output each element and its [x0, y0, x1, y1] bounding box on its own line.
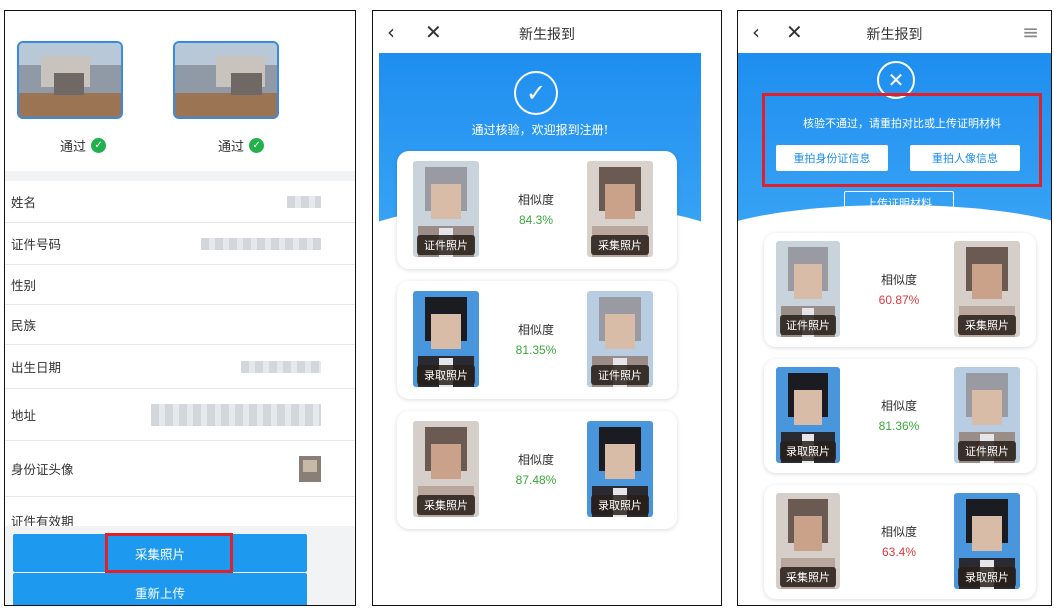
similarity-value: 81.35% [515, 343, 557, 357]
nav-bar: ‹ ✕ 新生报到 ≡ [738, 11, 1051, 55]
photo-tag: 证件照片 [591, 365, 649, 385]
photo-collected[interactable]: 采集照片 [587, 161, 653, 257]
photo-tag: 录取照片 [780, 441, 836, 461]
id-info-list: 姓名 证件号码 性别 民族 出生日期 地址 身份证头像 证件有效期 [5, 181, 355, 526]
field-row-validity: 证件有效期 [5, 497, 355, 526]
field-label: 身份证头像 [11, 462, 74, 477]
photo-admission[interactable]: 录取照片 [776, 367, 840, 463]
photo-thumbnail-1[interactable] [17, 41, 123, 119]
highlight-box [762, 93, 1042, 187]
photo-id[interactable]: 证件照片 [776, 241, 840, 337]
photo-compare-section: 通过 ✓ 通过 ✓ [5, 11, 355, 171]
reupload-button[interactable]: 重新上传 [13, 573, 307, 605]
similarity-label: 相似度 [880, 399, 917, 413]
similarity-label: 相似度 [517, 193, 554, 207]
similarity-value: 81.36% [878, 419, 920, 433]
compare-card: 采集照片 相似度 87.48% 录取照片 [397, 411, 677, 529]
nav-bar: ‹ ✕ 新生报到 [373, 11, 721, 55]
field-value-redacted [201, 237, 321, 250]
field-row-ethnicity: 民族 [5, 305, 355, 345]
photo-admission[interactable]: 录取照片 [413, 291, 479, 387]
field-value-redacted [151, 403, 321, 426]
photo-tag: 采集照片 [958, 315, 1016, 335]
field-label: 证件号码 [11, 237, 62, 252]
compare-card: 证件照片 相似度 60.87% 采集照片 [764, 233, 1036, 347]
photo-tag: 证件照片 [417, 235, 475, 255]
field-row-id-portrait: 身份证头像 [5, 441, 355, 497]
page-title: 新生报到 [519, 27, 575, 43]
screen-verification-fail: ‹ ✕ 新生报到 ≡ ✕ 核验不通过，请重拍对比或上传证明材料 重拍身份证信息 … [737, 10, 1052, 606]
photo-id[interactable]: 证件照片 [954, 367, 1020, 463]
photo-tag: 录取照片 [958, 567, 1016, 587]
field-label: 姓名 [11, 195, 37, 210]
status-text: 通过 [60, 140, 87, 155]
photo-status-1: 通过 ✓ [60, 136, 107, 155]
similarity-label: 相似度 [880, 525, 917, 539]
similarity-label: 相似度 [517, 453, 554, 467]
photo-tag: 录取照片 [591, 495, 649, 515]
check-icon: ✓ [249, 138, 265, 153]
photo-thumbnail-2[interactable] [173, 41, 279, 119]
menu-icon[interactable]: ≡ [1022, 20, 1039, 44]
similarity-value: 87.48% [515, 473, 557, 487]
photo-collected[interactable]: 采集照片 [776, 493, 840, 589]
check-icon: ✓ [91, 138, 107, 153]
field-label: 性别 [11, 278, 37, 293]
check-circle-icon: ✓ [514, 71, 558, 115]
section-divider [5, 171, 355, 181]
photo-id[interactable]: 证件照片 [413, 161, 479, 257]
status-text: 通过 [218, 140, 245, 155]
field-label: 出生日期 [11, 360, 62, 375]
highlight-box [105, 533, 233, 573]
photo-tag: 采集照片 [780, 567, 836, 587]
field-row-birth-date: 出生日期 [5, 345, 355, 389]
id-portrait-thumbnail [299, 455, 321, 482]
field-value-redacted [241, 360, 321, 373]
field-label: 地址 [11, 408, 37, 423]
similarity-value: 84.3% [518, 213, 554, 227]
similarity-value: 63.4% [881, 545, 917, 559]
field-label: 民族 [11, 318, 37, 333]
photo-id[interactable]: 证件照片 [587, 291, 653, 387]
compare-card: 证件照片 相似度 84.3% 采集照片 [397, 151, 677, 269]
similarity-value: 60.87% [878, 293, 920, 307]
photo-tag: 证件照片 [958, 441, 1016, 461]
screen-id-verification: 通过 ✓ 通过 ✓ 姓名 证件号码 性别 民族 出生日期 地址 身份证头像 证件… [4, 10, 356, 606]
photo-admission[interactable]: 录取照片 [587, 421, 653, 517]
field-row-id-number: 证件号码 [5, 223, 355, 265]
field-row-address: 地址 [5, 389, 355, 441]
result-message: 通过核验，欢迎报到注册! [471, 123, 609, 137]
photo-collected[interactable]: 采集照片 [954, 241, 1020, 337]
similarity-label: 相似度 [517, 323, 554, 337]
field-row-gender: 性别 [5, 265, 355, 305]
compare-card: 录取照片 相似度 81.36% 证件照片 [764, 359, 1036, 473]
compare-card: 录取照片 相似度 81.35% 证件照片 [397, 281, 677, 399]
field-label: 证件有效期 [11, 514, 74, 526]
upload-proof-button[interactable]: 上传证明材料 [844, 191, 954, 215]
photo-status-2: 通过 ✓ [218, 136, 265, 155]
page-title: 新生报到 [866, 27, 923, 43]
similarity-label: 相似度 [880, 273, 917, 287]
photo-tag: 证件照片 [780, 315, 836, 335]
photo-tag: 录取照片 [417, 365, 475, 385]
screen-verification-pass: ‹ ✕ 新生报到 ✓ 通过核验，欢迎报到注册! 证件照片 相似度 84.3% 采… [372, 10, 722, 606]
field-row-name: 姓名 [5, 181, 355, 223]
photo-collected[interactable]: 采集照片 [413, 421, 479, 517]
field-value-redacted [287, 195, 321, 208]
photo-tag: 采集照片 [591, 235, 649, 255]
photo-admission[interactable]: 录取照片 [954, 493, 1020, 589]
photo-tag: 采集照片 [417, 495, 475, 515]
compare-card: 采集照片 相似度 63.4% 录取照片 [764, 485, 1036, 599]
